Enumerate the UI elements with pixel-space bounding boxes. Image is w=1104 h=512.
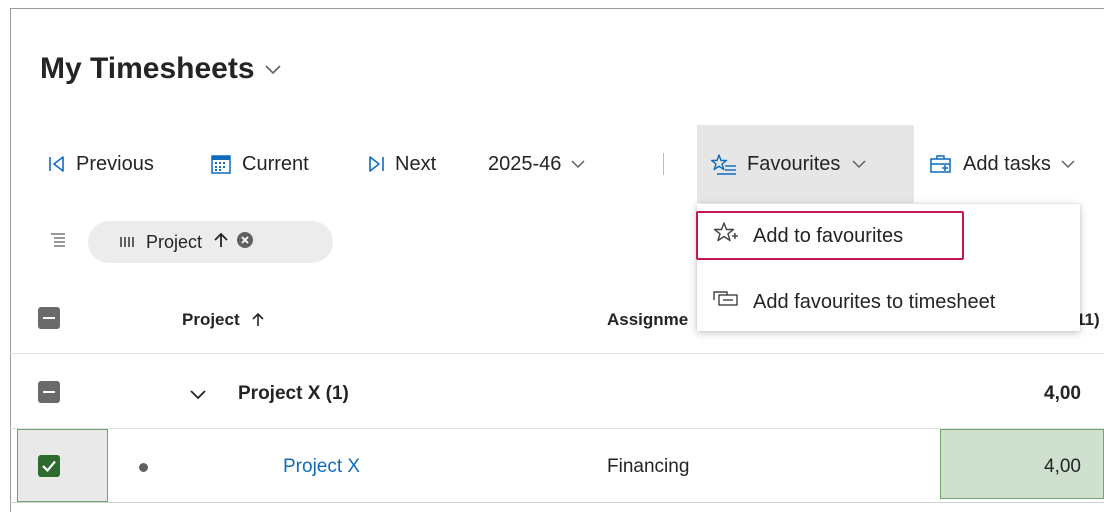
tab-add-icon	[713, 290, 739, 314]
group-label: Project X (1)	[238, 383, 349, 404]
previous-icon	[48, 155, 66, 173]
sort-ascending-icon[interactable]	[214, 232, 228, 253]
status-dot-icon	[139, 463, 148, 472]
view-switcher-chevron-icon[interactable]	[264, 62, 281, 80]
previous-label: Previous	[76, 152, 154, 175]
menu-item-label: Add favourites to timesheet	[753, 290, 996, 313]
current-label: Current	[242, 152, 309, 175]
star-list-icon	[711, 153, 737, 175]
calendar-icon	[210, 153, 232, 175]
current-button[interactable]: Current	[210, 125, 309, 203]
add-tasks-label: Add tasks	[963, 152, 1051, 175]
hours-value: 4,00	[1044, 456, 1081, 477]
group-row	[10, 355, 1104, 429]
next-button[interactable]: Next	[367, 125, 436, 203]
briefcase-add-icon	[929, 153, 953, 175]
favourites-label: Favourites	[747, 152, 841, 175]
group-by-icon[interactable]	[50, 232, 66, 253]
chevron-down-icon	[852, 159, 866, 169]
add-tasks-button[interactable]: Add tasks	[929, 125, 1075, 203]
group-count: (1)	[325, 383, 349, 404]
favourites-button[interactable]: Favourites	[697, 125, 914, 203]
page-header: My Timesheets	[40, 52, 281, 86]
row-select-cell[interactable]	[17, 429, 108, 502]
page-title: My Timesheets	[40, 52, 255, 85]
next-label: Next	[395, 152, 437, 175]
highlight-annotation	[696, 211, 964, 260]
toolbar-divider	[663, 153, 664, 175]
assignment-cell: Financing	[607, 456, 690, 477]
row-checkbox[interactable]	[38, 455, 60, 477]
next-icon	[367, 155, 385, 173]
previous-button[interactable]: Previous	[48, 125, 154, 203]
group-by-label: Project	[146, 231, 203, 252]
checkmark-icon	[42, 460, 56, 473]
group-by-pill[interactable]: Project	[88, 221, 333, 263]
remove-group-icon[interactable]	[236, 231, 254, 254]
collapse-chevron-icon[interactable]	[190, 387, 206, 405]
chevron-down-icon	[1061, 159, 1075, 169]
column-header-project[interactable]: Project	[182, 310, 264, 330]
column-header-assignment[interactable]: Assignme	[607, 310, 688, 330]
group-total: 4,00	[1044, 383, 1081, 404]
project-link[interactable]: Project X	[283, 456, 360, 478]
chevron-down-icon	[571, 159, 585, 169]
select-all-checkbox[interactable]	[38, 307, 60, 329]
command-bar: Previous Current Next 2025-46 Favourites…	[0, 125, 1104, 203]
menu-item-add-favourites-to-timesheet[interactable]: Add favourites to timesheet	[697, 274, 1080, 330]
sort-ascending-icon	[252, 312, 264, 326]
group-checkbox[interactable]	[38, 381, 60, 403]
drag-handle-icon[interactable]	[120, 232, 136, 253]
period-dropdown[interactable]: 2025-46	[488, 125, 585, 203]
period-value: 2025-46	[488, 152, 562, 175]
